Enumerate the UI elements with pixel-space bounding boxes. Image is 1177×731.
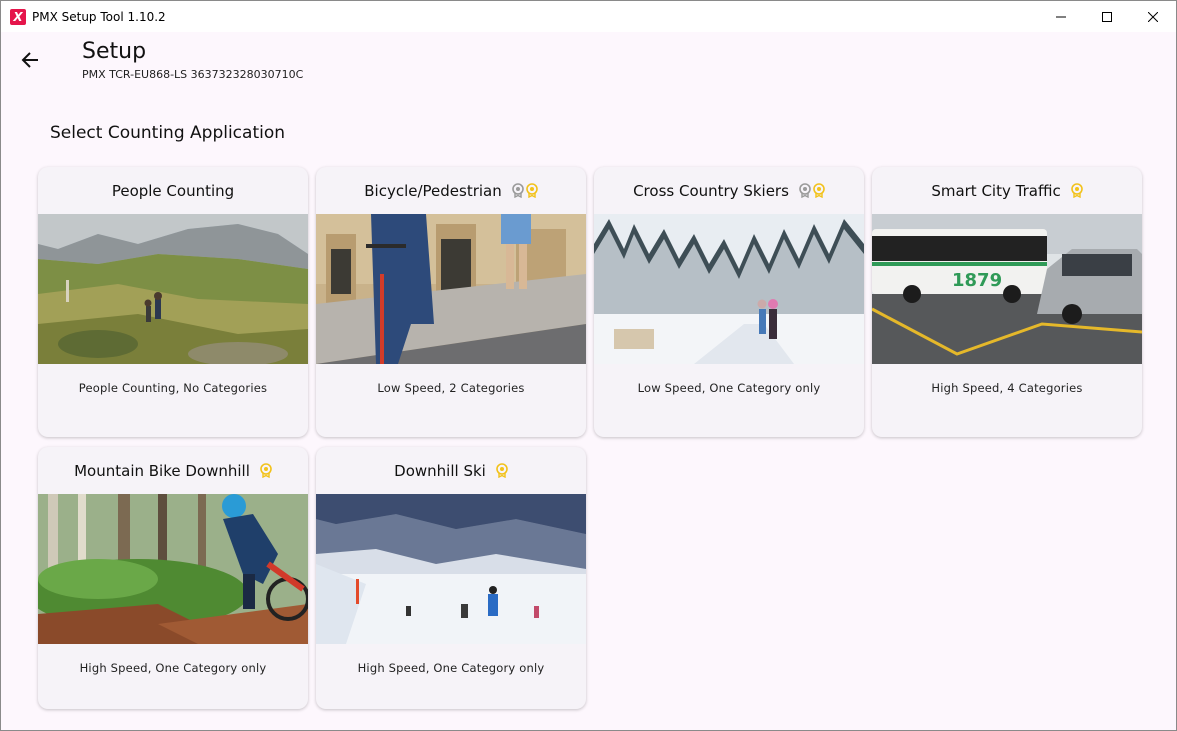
card-title: Mountain Bike Downhill [74, 461, 250, 480]
window-controls [1038, 1, 1176, 32]
card-header: Smart City Traffic [872, 167, 1142, 214]
back-button[interactable] [18, 48, 42, 72]
card-description: High Speed, One Category only [357, 661, 545, 675]
card-header: Bicycle/Pedestrian [316, 167, 586, 214]
app-card-downhill-ski[interactable]: Downhill Ski High Speed, One Category on… [316, 447, 586, 709]
close-button[interactable] [1130, 1, 1176, 32]
card-header: Downhill Ski [316, 447, 586, 494]
maximize-button[interactable] [1084, 1, 1130, 32]
app-card-smart-city-traffic[interactable]: Smart City Traffic 1879 High Speed, 4 Ca… [872, 167, 1142, 437]
card-title: Bicycle/Pedestrian [364, 181, 502, 200]
app-card-cross-country-skiers[interactable]: Cross Country Skiers Low Speed, One Cate… [594, 167, 864, 437]
badge-group [494, 463, 508, 478]
app-card-mountain-bike-downhill[interactable]: Mountain Bike Downhill High Speed, One C… [38, 447, 308, 709]
page-title: Setup [82, 39, 147, 64]
badge-group [1069, 183, 1083, 198]
card-description: High Speed, One Category only [79, 661, 267, 675]
silver-badge-icon [799, 183, 811, 198]
card-title: Cross Country Skiers [633, 181, 789, 200]
app-card-bicycle-pedestrian[interactable]: Bicycle/Pedestrian Low Speed, 2 Categori… [316, 167, 586, 437]
card-image-snowy-forest-skiers [594, 214, 864, 364]
card-description: High Speed, 4 Categories [931, 381, 1083, 395]
gold-badge-icon [260, 463, 272, 478]
minimize-icon [1056, 16, 1066, 17]
svg-text:1879: 1879 [952, 270, 1002, 291]
card-title: Smart City Traffic [931, 181, 1061, 200]
gold-badge-icon [1070, 183, 1083, 198]
card-image-scooter-street [316, 214, 586, 364]
gold-badge-icon [496, 463, 508, 478]
card-header: Cross Country Skiers [594, 167, 864, 214]
card-description: Low Speed, One Category only [637, 381, 821, 395]
card-image-mountain-biker [38, 494, 308, 644]
title-bar: X PMX Setup Tool 1.10.2 [1, 1, 1176, 32]
gold-badge-icon [813, 183, 825, 198]
maximize-icon [1102, 11, 1112, 22]
badge-group [797, 183, 825, 198]
silver-badge-icon [511, 183, 524, 198]
app-window: X PMX Setup Tool 1.10.2 Setup PMX TCR-EU… [0, 0, 1177, 731]
badge-group [510, 183, 538, 198]
minimize-button[interactable] [1038, 1, 1084, 32]
card-header: Mountain Bike Downhill [38, 447, 308, 494]
window-title: PMX Setup Tool 1.10.2 [32, 9, 166, 24]
section-title: Select Counting Application [50, 123, 286, 143]
card-description: Low Speed, 2 Categories [377, 381, 525, 395]
arrow-left-icon [21, 52, 38, 68]
card-image-ski-slope [316, 494, 586, 644]
card-image-bus-and-car: 1879 [872, 214, 1142, 364]
card-image-mountain-hikers [38, 214, 308, 364]
card-title: Downhill Ski [394, 461, 486, 480]
badge-group [258, 463, 272, 478]
device-identifier: PMX TCR-EU868-LS 363732328030710C [82, 68, 304, 81]
card-header: People Counting [38, 167, 308, 214]
card-title: People Counting [111, 181, 235, 200]
card-description: People Counting, No Categories [78, 381, 268, 395]
gold-badge-icon [525, 183, 538, 198]
app-card-people-counting[interactable]: People Counting People Counting, No Cate… [38, 167, 308, 437]
app-logo-icon: X [10, 8, 26, 25]
close-icon [1148, 11, 1158, 22]
